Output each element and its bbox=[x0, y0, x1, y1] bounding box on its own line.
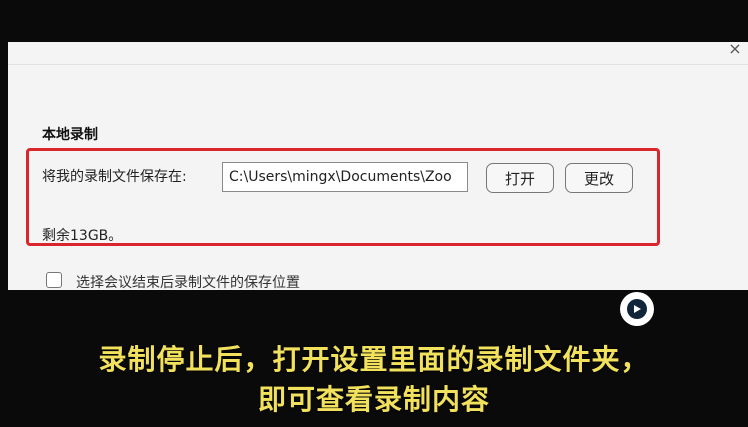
section-title-local-recording: 本地录制 bbox=[42, 127, 98, 143]
choose-location-label: 选择会议结束后录制文件的保存位置 bbox=[76, 275, 300, 291]
settings-panel: × 本地录制 将我的录制文件保存在: 打开 更改 剩余13GB。 选择会议结束后… bbox=[8, 41, 748, 291]
open-button[interactable]: 打开 bbox=[486, 163, 554, 193]
subtitle-line-1: 录制停止后，打开设置里面的录制文件夹， bbox=[98, 343, 650, 376]
play-logo-icon bbox=[620, 292, 654, 326]
save-location-label: 将我的录制文件保存在: bbox=[42, 169, 187, 185]
remaining-space-text: 剩余13GB。 bbox=[42, 228, 123, 244]
choose-location-checkbox[interactable] bbox=[46, 272, 62, 288]
divider bbox=[8, 64, 748, 65]
subtitle-line-2: 即可查看录制内容 bbox=[257, 383, 490, 416]
close-icon[interactable]: × bbox=[728, 41, 742, 57]
change-button[interactable]: 更改 bbox=[565, 163, 633, 193]
recording-path-field[interactable] bbox=[222, 162, 468, 192]
